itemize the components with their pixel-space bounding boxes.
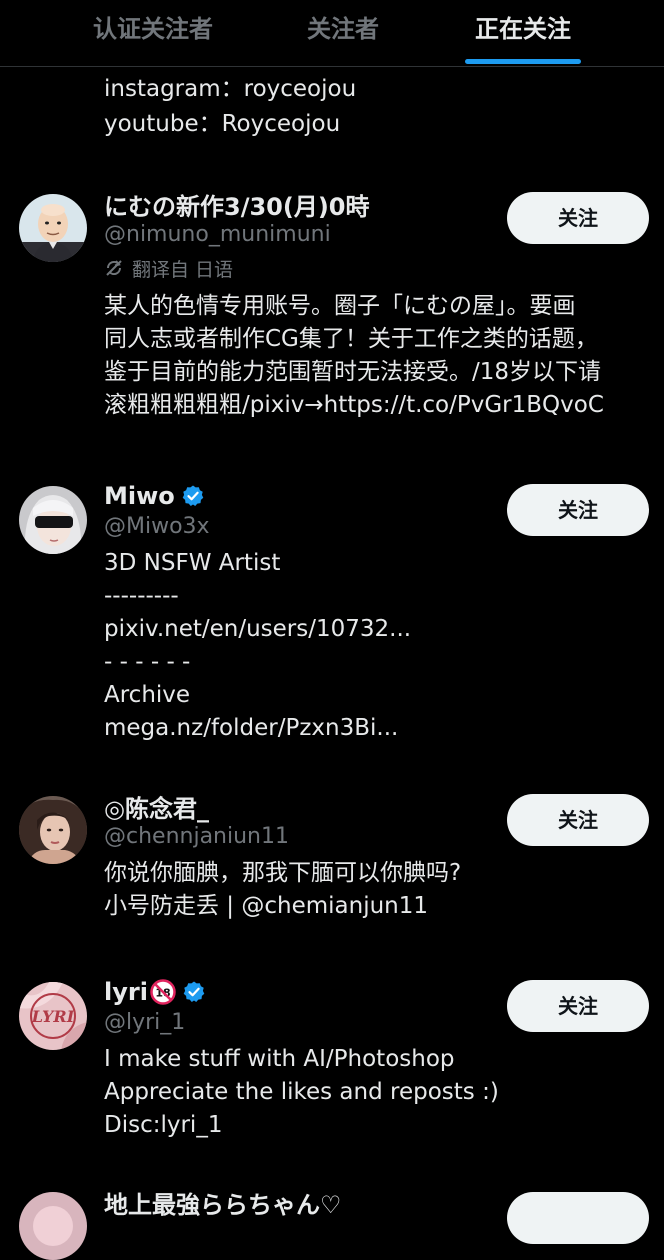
follow-button[interactable]: 关注 [507, 484, 649, 536]
previous-user-bio-tail: instagram：royceojou youtube：Royceojou [104, 72, 644, 142]
display-name[interactable]: ◎陈念君_ [104, 789, 209, 824]
verified-badge-icon [183, 981, 205, 1002]
user-handle: @Miwo3x [104, 514, 210, 539]
translate-icon [106, 260, 122, 276]
avatar[interactable] [19, 796, 87, 864]
name-row: にむの新作3/30(月)0時 [104, 186, 370, 222]
portrait-avatar-icon [19, 796, 87, 864]
verified-badge-icon [182, 485, 204, 506]
avatar[interactable]: LYRI [19, 982, 87, 1050]
user-bio: 你说你腼腆，那我下腼可以你腆吗? 小号防走丢 | @chemianjun11 [104, 857, 649, 923]
bio-line[interactable]: pixiv.net/en/users/10732... [104, 613, 649, 646]
tab-followers[interactable]: 关注者 [270, 0, 416, 66]
avatar[interactable] [19, 194, 87, 262]
display-name[interactable]: Miwo [104, 482, 175, 510]
svg-text:LYRI: LYRI [31, 1007, 75, 1026]
display-name[interactable]: にむの新作3/30(月)0時 [104, 187, 370, 222]
bio-line: - - - - - - [104, 649, 191, 675]
avatar[interactable] [19, 486, 87, 554]
name-row: 地上最強ららちゃん♡ [104, 1184, 342, 1220]
tab-following[interactable]: 正在关注 [440, 0, 606, 66]
bio-line: 某人的色情专用账号。圈子「にむの屋」。要画 [104, 293, 576, 319]
follow-button[interactable]: 关注 [507, 794, 649, 846]
avatar[interactable] [19, 1192, 87, 1260]
bio-line: instagram：royceojou [104, 76, 357, 102]
bio-line[interactable]: mega.nz/folder/Pzxn3Bi... [104, 712, 649, 745]
display-name[interactable]: 地上最強ららちゃん♡ [104, 1185, 342, 1220]
name-row: Miwo [104, 478, 205, 514]
user-bio: 某人的色情专用账号。圈子「にむの屋」。要画 同人志或者制作CG集了！关于工作之类… [104, 290, 649, 422]
user-bio: I make stuff with AI/Photoshop Appreciat… [104, 1043, 649, 1142]
blindfolded-character-avatar-icon [19, 486, 87, 554]
bio-line: 同人志或者制作CG集了！关于工作之类的话题， [104, 326, 598, 352]
tab-verified-followers[interactable]: 认证关注者 [60, 0, 246, 66]
display-name[interactable]: lyri [104, 978, 148, 1006]
bio-line: 你说你腼腆，那我下腼可以你腆吗? [104, 860, 462, 886]
active-tab-indicator [465, 59, 581, 64]
no-under-18-icon: 18 [150, 979, 176, 1005]
bald-man-avatar-icon [19, 194, 87, 262]
translate-label: 翻译自 日语 [132, 258, 234, 281]
bio-line: Disc:lyri_1 [104, 1112, 223, 1138]
name-row: ◎陈念君_ [104, 788, 209, 824]
bio-line: 滚粗粗粗粗粗/pixiv→https://t.co/PvGr1BQvoC [104, 392, 604, 418]
follow-button[interactable]: 关注 [507, 980, 649, 1032]
user-handle: @chennjaniun11 [104, 824, 289, 849]
user-cell-partial[interactable]: 地上最強ららちゃん♡ [0, 1184, 664, 1260]
tab-bar: 认证关注者 关注者 正在关注 [0, 0, 664, 67]
portrait-avatar-icon [19, 1192, 87, 1260]
bio-line: 3D NSFW Artist [104, 550, 281, 576]
user-bio: 3D NSFW Artist --------- pixiv.net/en/us… [104, 547, 649, 745]
bio-line: 鉴于目前的能力范围暂时无法接受。/18岁以下请 [104, 359, 602, 385]
bio-line: youtube：Royceojou [104, 111, 341, 137]
user-handle: @nimuno_munimuni [104, 222, 331, 247]
bio-line: --------- [104, 583, 179, 609]
bio-line: Appreciate the likes and reposts :) [104, 1079, 499, 1105]
name-row: lyri 18 [104, 974, 206, 1010]
lyri-logo-avatar-icon: LYRI [19, 982, 87, 1050]
translate-bio-link[interactable]: 翻译自 日语 [104, 255, 233, 281]
bio-line: Archive [104, 682, 191, 708]
follow-button[interactable]: 关注 [507, 192, 649, 244]
bio-line: 小号防走丢 | @chemianjun11 [104, 893, 429, 919]
bio-line: I make stuff with AI/Photoshop [104, 1046, 455, 1072]
user-handle: @lyri_1 [104, 1010, 186, 1035]
